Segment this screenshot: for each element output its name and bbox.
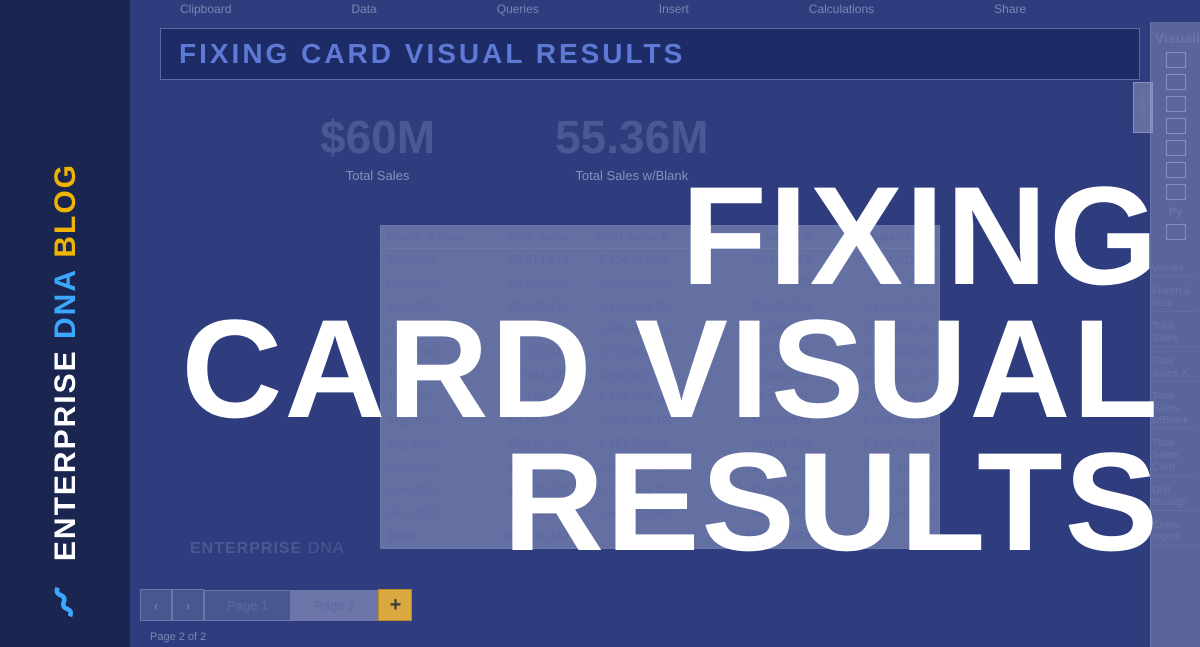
- ribbon-group-calculations: Calculations: [809, 2, 874, 16]
- brand-sidebar: ENTERPRISE DNA BLOG ⌇: [0, 0, 130, 647]
- fields-well: Values Month & Year Total Sales Total Sa…: [1152, 260, 1198, 546]
- table-row[interactable]: Jul 2020$4,179,3754,179,374.80$4,179,375…: [381, 387, 939, 410]
- table-row[interactable]: Sep 2020$5,151,7065,151,706.00$5,151,706…: [381, 433, 939, 456]
- table-row[interactable]: Jan 2020$5,314,0135,314,012.90$5,314,013…: [381, 249, 939, 272]
- kpi-value: 55.36M: [555, 110, 708, 164]
- filters-pane-tab[interactable]: Filters: [1133, 82, 1153, 133]
- ribbon-group-clipboard: Clipboard: [180, 2, 231, 16]
- field-item[interactable]: Month & Year: [1152, 283, 1198, 312]
- col-total-sales-x[interactable]: Total Sales X: [575, 226, 674, 249]
- more-visuals-icon[interactable]: [1166, 224, 1186, 240]
- table-total-row: Total $60,246,742 $55,357,874: [381, 525, 939, 548]
- col-total-sales-card[interactable]: Total Sales Card: [817, 226, 939, 249]
- add-page-button[interactable]: +: [378, 589, 412, 621]
- brand-word-enterprise: ENTERPRISE: [49, 349, 82, 561]
- page-prev-button[interactable]: ‹: [140, 589, 172, 621]
- field-item[interactable]: Total Sales: [1152, 318, 1198, 347]
- page-tab-2[interactable]: Page 2: [291, 590, 378, 621]
- data-table[interactable]: Month & Year Total Sales Total Sales X T…: [380, 225, 940, 549]
- col-total-sales-blank[interactable]: Total Sales w/Blank: [674, 226, 817, 249]
- kpi-row: $60M Total Sales 55.36M Total Sales w/Bl…: [320, 110, 709, 183]
- enterprise-dna-watermark: ENTERPRISE DNA: [190, 540, 344, 558]
- col-month[interactable]: Month & Year: [381, 226, 484, 249]
- line-chart-icon[interactable]: [1166, 74, 1186, 90]
- kpi-value: $60M: [320, 110, 435, 164]
- map-icon[interactable]: [1166, 162, 1186, 178]
- page-status: Page 2 of 2: [150, 631, 206, 643]
- kpi-label: Total Sales: [320, 168, 435, 183]
- viz-icon-grid: Py: [1155, 52, 1196, 240]
- kpi-label: Total Sales w/Blank: [555, 168, 708, 183]
- ribbon-chart-icon[interactable]: [1166, 118, 1186, 134]
- stacked-bar-icon[interactable]: [1166, 52, 1186, 68]
- field-values-header: Values: [1152, 260, 1198, 277]
- table-row[interactable]: Oct 2020$4,606,4444,606,444.20$4,606,444…: [381, 456, 939, 479]
- ribbon-group-data: Data: [351, 2, 376, 16]
- brand-text: ENTERPRISE DNA BLOG: [49, 163, 82, 561]
- table-row[interactable]: Apr 2020$5,586,9355,586,934.60$5,586,935…: [381, 318, 939, 341]
- table-row[interactable]: Dec 2020$4,884,4824,884,482.30$4,884,482…: [381, 502, 939, 525]
- table-row[interactable]: Mar 2020$5,142,6145,142,613.70$5,142,614…: [381, 295, 939, 318]
- field-cross-report[interactable]: Cross-report: [1152, 517, 1198, 546]
- collapse-pane-icon[interactable]: ‹: [1159, 26, 1164, 42]
- table-icon[interactable]: [1166, 184, 1186, 200]
- page-tab-1[interactable]: Page 1: [204, 590, 291, 621]
- field-drill-header: Drill through: [1152, 482, 1198, 511]
- python-visual-icon[interactable]: Py: [1169, 206, 1182, 218]
- page-tabs: ‹ › Page 1 Page 2 +: [140, 587, 412, 623]
- kpi-total-sales-blank[interactable]: 55.36M Total Sales w/Blank: [555, 110, 708, 183]
- brand-word-blog: BLOG: [49, 163, 82, 258]
- table-row[interactable]: Jun 2020$4,984,0014,984,001.20$4,984,001…: [381, 364, 939, 387]
- page-next-button[interactable]: ›: [172, 589, 204, 621]
- brand-word-dna: DNA: [49, 268, 82, 339]
- report-title-bar: FIXING CARD VISUAL RESULTS: [160, 28, 1140, 80]
- table-row[interactable]: Nov 2020$5,103,0625,103,061.70$5,103,062…: [381, 479, 939, 502]
- report-title: FIXING CARD VISUAL RESULTS: [179, 38, 685, 70]
- col-total-sales[interactable]: Total Sales: [484, 226, 575, 249]
- table-header-row: Month & Year Total Sales Total Sales X T…: [381, 226, 939, 249]
- ribbon-group-queries: Queries: [497, 2, 539, 16]
- area-chart-icon[interactable]: [1166, 96, 1186, 112]
- field-item[interactable]: Total Sales Card: [1152, 435, 1198, 476]
- field-item[interactable]: Total Sales w/Blank: [1152, 388, 1198, 429]
- kpi-total-sales[interactable]: $60M Total Sales: [320, 110, 435, 183]
- ribbon-group-share: Share: [994, 2, 1026, 16]
- table-row[interactable]: Aug 2020$5,382,3245,382,324.10$5,382,324…: [381, 410, 939, 433]
- pie-chart-icon[interactable]: [1166, 140, 1186, 156]
- table-row[interactable]: Feb 2020$4,888,8684,888,867.70$00.00: [381, 272, 939, 295]
- ribbon-groups: Clipboard Data Queries Insert Calculatio…: [140, 2, 1180, 16]
- field-item[interactable]: Total Sales X: [1152, 353, 1198, 382]
- ribbon-group-insert: Insert: [659, 2, 689, 16]
- dna-helix-icon: ⌇: [46, 579, 83, 629]
- table-row[interactable]: May 2020$4,722,9184,722,918.30$4,722,918…: [381, 341, 939, 364]
